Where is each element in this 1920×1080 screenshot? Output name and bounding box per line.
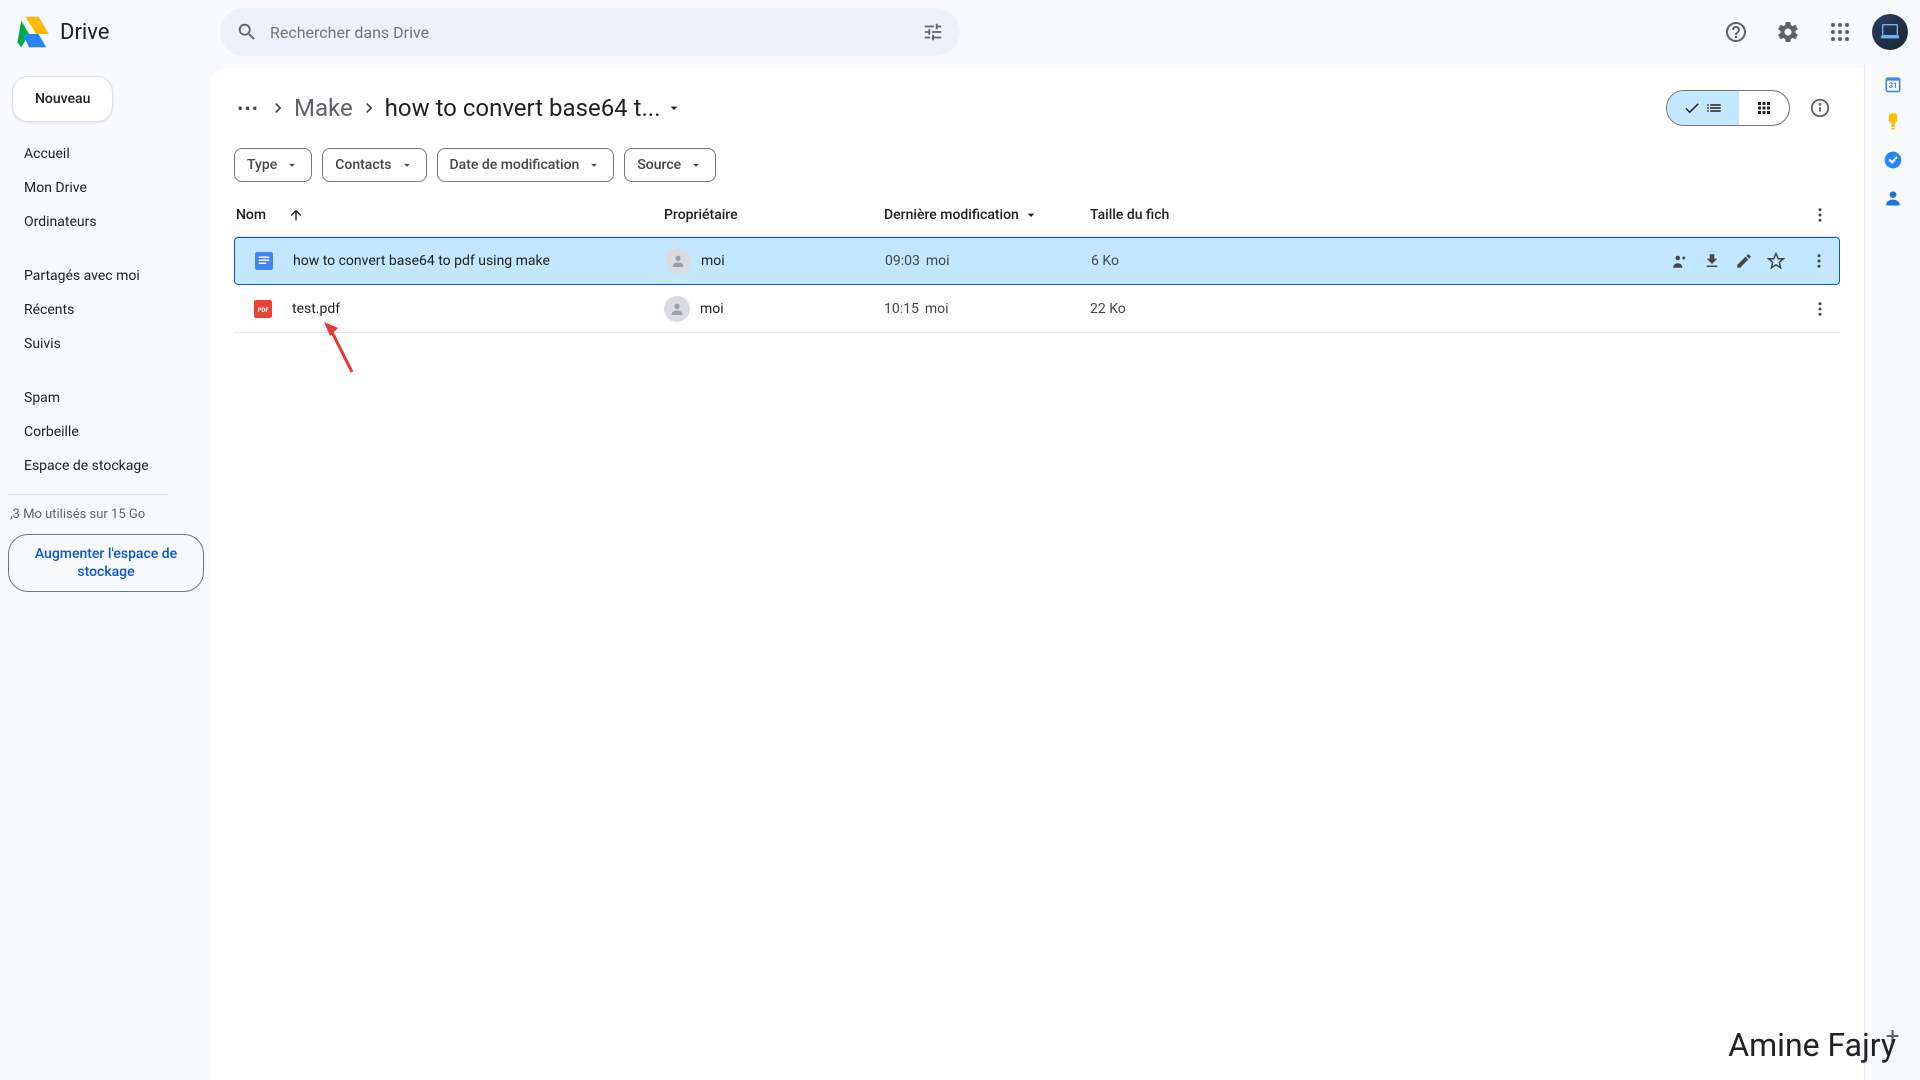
modified-by: moi xyxy=(925,301,949,317)
owner-avatar xyxy=(664,296,690,322)
col-header-size[interactable]: Taille du fich xyxy=(1090,207,1800,223)
more-vert-icon xyxy=(1811,206,1829,224)
nav-shared[interactable]: Partagés avec moi xyxy=(8,260,210,292)
col-header-more[interactable] xyxy=(1800,206,1840,224)
storage-usage-text: ,3 Mo utilisés sur 15 Go xyxy=(8,503,210,534)
gear-icon[interactable] xyxy=(1768,12,1808,52)
nav-home[interactable]: Accueil xyxy=(8,138,210,170)
side-panel: 31 + xyxy=(1864,64,1920,1080)
topbar-right xyxy=(1716,12,1908,52)
list-view-button[interactable] xyxy=(1667,91,1739,125)
list-icon xyxy=(1705,99,1723,117)
owner-avatar xyxy=(665,248,691,274)
more-vert-icon xyxy=(1810,252,1828,270)
star-icon[interactable] xyxy=(1767,252,1785,270)
row-more-button[interactable] xyxy=(1800,300,1840,318)
filter-type[interactable]: Type xyxy=(234,148,312,182)
more-vert-icon xyxy=(1811,300,1829,318)
nav-computers[interactable]: Ordinateurs xyxy=(8,206,210,238)
check-icon xyxy=(1683,99,1701,117)
chevron-right-icon xyxy=(268,98,288,118)
caret-down-icon xyxy=(666,100,682,116)
file-row[interactable]: how to convert base64 to pdf using make m… xyxy=(234,237,1840,285)
table-header: Nom Propriétaire Dernière modification T… xyxy=(234,194,1840,237)
search-input[interactable] xyxy=(270,23,922,42)
keep-icon[interactable] xyxy=(1883,112,1903,132)
calendar-icon[interactable]: 31 xyxy=(1883,74,1903,94)
file-name: how to convert base64 to pdf using make xyxy=(293,253,550,269)
chevron-right-icon xyxy=(359,98,379,118)
file-name: test.pdf xyxy=(292,301,340,317)
caret-down-icon xyxy=(587,158,601,172)
edit-icon[interactable] xyxy=(1735,252,1753,270)
user-avatar[interactable] xyxy=(1872,14,1908,50)
main-content: ⋯ Make how to convert base64 t... xyxy=(210,68,1864,1080)
gdoc-icon xyxy=(255,252,273,270)
breadcrumb-current-label: how to convert base64 t... xyxy=(385,94,661,122)
contacts-icon[interactable] xyxy=(1883,188,1903,208)
caret-down-icon xyxy=(400,158,414,172)
nav-trash[interactable]: Corbeille xyxy=(8,416,210,448)
caret-down-icon xyxy=(1023,207,1039,223)
file-size: 22 Ko xyxy=(1090,301,1800,317)
svg-text:PDF: PDF xyxy=(257,307,269,314)
divider xyxy=(8,494,168,495)
info-icon[interactable] xyxy=(1800,88,1840,128)
nav-mydrive[interactable]: Mon Drive xyxy=(8,172,210,204)
row-actions xyxy=(1671,252,1785,270)
app-name: Drive xyxy=(60,20,109,45)
topbar: Drive xyxy=(0,0,1920,64)
drive-logo-icon xyxy=(12,12,52,52)
breadcrumb-parent[interactable]: Make xyxy=(294,94,353,122)
grid-icon xyxy=(1755,99,1773,117)
file-size: 6 Ko xyxy=(1091,253,1671,269)
svg-text:31: 31 xyxy=(1888,81,1897,90)
nav-storage[interactable]: Espace de stockage xyxy=(8,450,210,482)
logo-area: Drive xyxy=(12,12,212,52)
share-icon[interactable] xyxy=(1671,252,1689,270)
download-icon[interactable] xyxy=(1703,252,1721,270)
search-bar[interactable] xyxy=(220,8,960,56)
filter-contacts[interactable]: Contacts xyxy=(322,148,426,182)
col-header-modified[interactable]: Dernière modification xyxy=(884,207,1090,223)
file-row[interactable]: PDF test.pdf moi 10:15 moi 22 Ko xyxy=(234,285,1840,333)
tasks-icon[interactable] xyxy=(1883,150,1903,170)
nav-recent[interactable]: Récents xyxy=(8,294,210,326)
nav-spam[interactable]: Spam xyxy=(8,382,210,414)
breadcrumb: ⋯ Make how to convert base64 t... xyxy=(234,76,1840,140)
apps-icon[interactable] xyxy=(1820,12,1860,52)
filters-row: Type Contacts Date de modification Sourc… xyxy=(234,140,1840,194)
breadcrumb-overflow-icon[interactable]: ⋯ xyxy=(234,94,262,122)
help-icon[interactable] xyxy=(1716,12,1756,52)
filter-source[interactable]: Source xyxy=(624,148,716,182)
new-button[interactable]: Nouveau xyxy=(12,76,113,122)
sidebar: Nouveau Accueil Mon Drive Ordinateurs Pa… xyxy=(0,64,210,1080)
col-header-name[interactable]: Nom xyxy=(234,207,664,223)
upgrade-storage-button[interactable]: Augmenter l'espace de stockage xyxy=(8,534,204,592)
watermark: Amine Fajry xyxy=(1728,1026,1896,1064)
search-icon xyxy=(236,21,258,43)
grid-view-button[interactable] xyxy=(1739,91,1789,125)
nav-starred[interactable]: Suivis xyxy=(8,328,210,360)
caret-down-icon xyxy=(689,158,703,172)
breadcrumb-current[interactable]: how to convert base64 t... xyxy=(385,94,683,122)
col-header-owner[interactable]: Propriétaire xyxy=(664,207,884,223)
modified-time: 10:15 xyxy=(884,301,919,317)
owner-name: moi xyxy=(701,253,725,269)
view-toggle xyxy=(1666,90,1790,126)
caret-down-icon xyxy=(285,158,299,172)
sort-asc-icon xyxy=(288,207,304,223)
modified-time: 09:03 xyxy=(885,253,920,269)
row-more-button[interactable] xyxy=(1799,252,1839,270)
filter-modified[interactable]: Date de modification xyxy=(437,148,615,182)
search-tune-icon[interactable] xyxy=(922,21,944,43)
owner-name: moi xyxy=(700,301,724,317)
pdf-icon: PDF xyxy=(254,300,272,318)
modified-by: moi xyxy=(926,253,950,269)
